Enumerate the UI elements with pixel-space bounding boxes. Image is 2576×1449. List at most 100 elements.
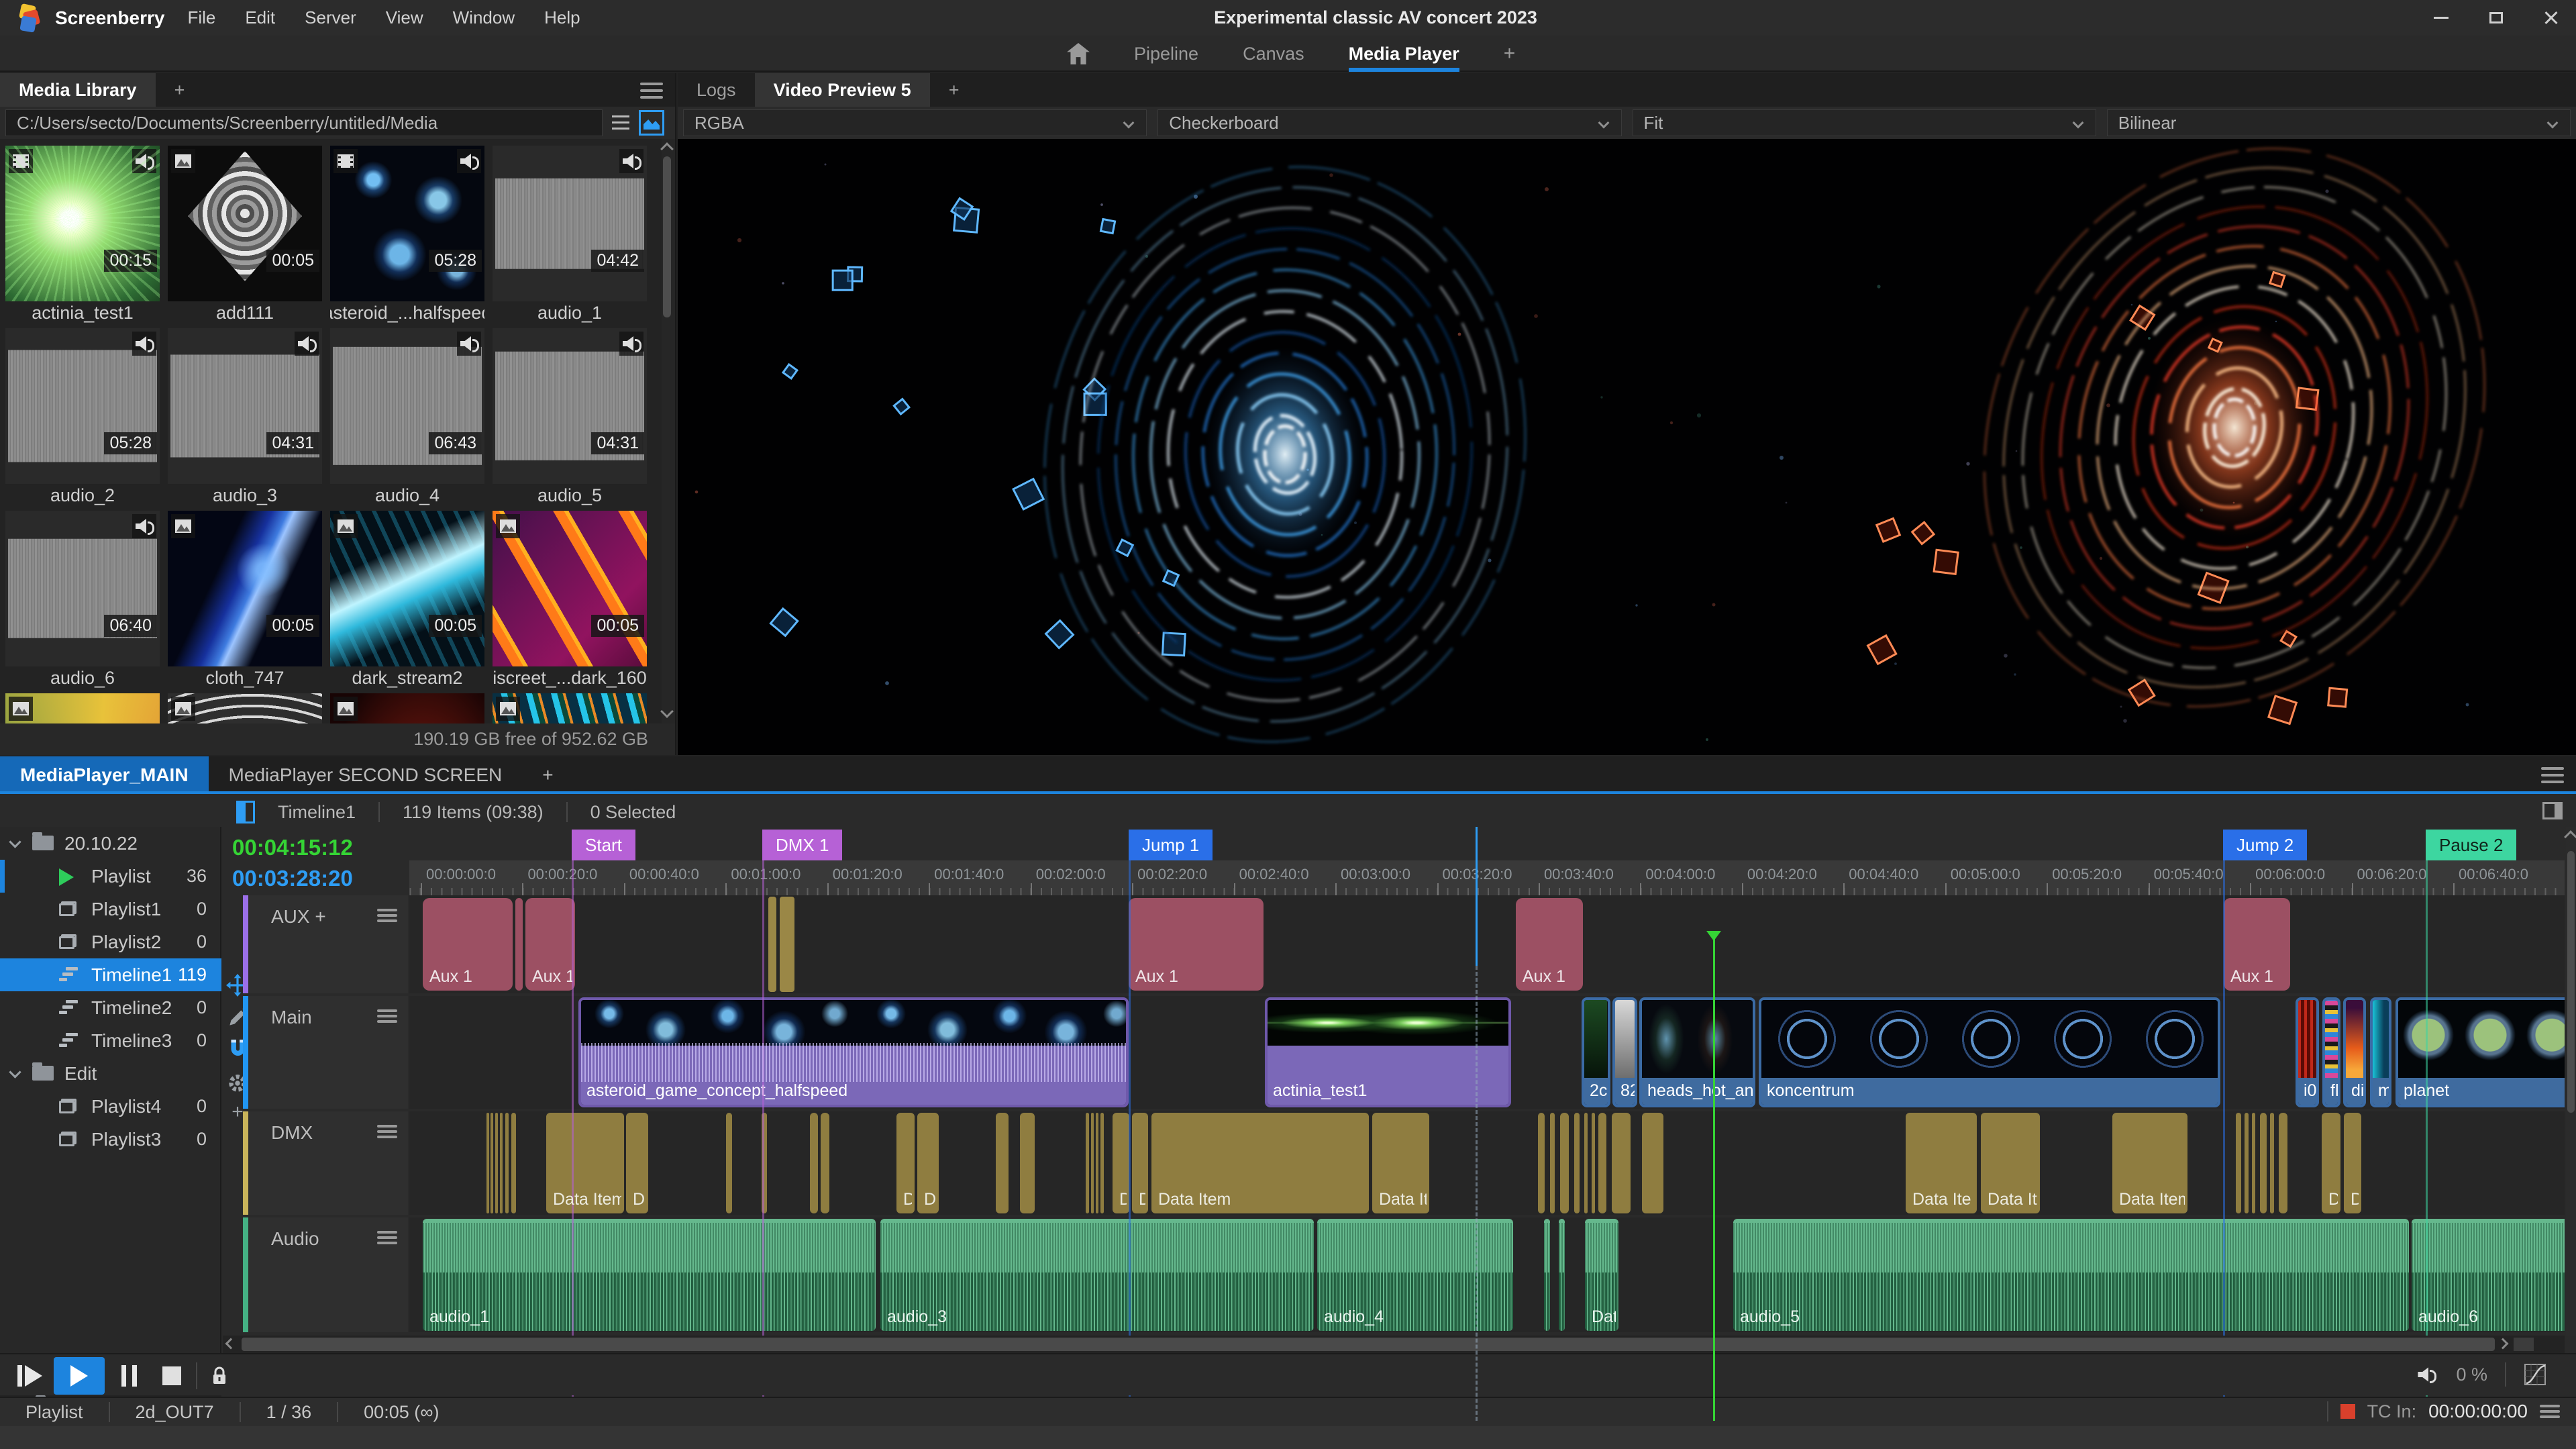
thumbnail-view-button[interactable] [639,110,664,136]
clip[interactable] [1560,1113,1569,1213]
clip-aux-1[interactable]: Aux 1 [525,898,575,991]
clip[interactable] [486,1113,489,1213]
clip-audio-1[interactable]: audio_1 [423,1219,876,1331]
clip[interactable] [1020,1113,1035,1213]
path-input[interactable]: C:/Users/secto/Documents/Screenberry/unt… [5,109,603,136]
marker-pause-2[interactable]: Pause 2 [2426,830,2517,860]
sidebar-item-timeline1[interactable]: Timeline1 119 [0,958,221,991]
marker-dmx-1[interactable]: DMX 1 [762,830,843,860]
clip[interactable] [726,1113,732,1213]
clip-2c[interactable]: 2c [1582,997,1610,1107]
play-button[interactable] [54,1357,105,1395]
close-icon[interactable] [2540,7,2563,30]
media-item[interactable] [168,693,322,723]
clip[interactable] [505,1113,509,1213]
clip[interactable] [780,897,794,992]
clip[interactable] [768,897,776,992]
tab-mediaplayer-main[interactable]: MediaPlayer_MAIN [0,756,209,794]
menu-item-edit[interactable]: Edit [245,7,275,28]
clip-aux-1[interactable]: Aux 1 [1129,898,1264,991]
clip[interactable] [996,1113,1009,1213]
clip-data-item[interactable]: Data Item [1981,1113,2040,1213]
tab-media-library[interactable]: Media Library [0,73,156,107]
media-item-audio-5[interactable]: 04:31 audio_5 [493,328,647,511]
clip[interactable] [1096,1113,1098,1213]
track-lane-dmx[interactable]: Data ItemDDDDDData ItemData ItemData Ite… [409,1111,2565,1215]
clip-aux-1[interactable]: Aux 1 [1516,898,1583,991]
sidebar-item-playlist1[interactable]: Playlist1 0 [0,893,221,926]
select-rgba[interactable]: RGBA [683,109,1147,136]
clip-data-item[interactable]: Data Item [546,1113,624,1213]
nav-add-tab-button[interactable]: + [1504,42,1516,65]
tc-menu-icon[interactable] [2540,1405,2560,1418]
clip[interactable] [1592,1113,1595,1213]
clip-data-ite[interactable]: Data Ite [1906,1113,1977,1213]
select-fit[interactable]: Fit [1632,109,2096,136]
media-item-dark-stream2[interactable]: 00:05 dark_stream2 [330,511,484,693]
sidebar-item-playlist3[interactable]: Playlist3 0 [0,1123,221,1156]
lock-button[interactable] [203,1357,236,1395]
clip[interactable] [495,1113,498,1213]
sidebar-item-playlist4[interactable]: Playlist4 0 [0,1090,221,1123]
menu-item-server[interactable]: Server [305,7,356,28]
clip-d[interactable]: D [2322,1113,2340,1213]
clip[interactable] [1086,1113,1089,1213]
panel-toggle-icon[interactable] [2542,802,2563,819]
clip-data-item[interactable]: Data Item [2112,1113,2187,1213]
media-item-audio-3[interactable]: 04:31 audio_3 [168,328,322,511]
sidebar-item-playlist[interactable]: Playlist 36 [0,860,221,893]
clip-audio-4[interactable]: audio_4 [1317,1219,1513,1331]
sidebar-item-edit[interactable]: Edit [0,1057,221,1090]
track-menu-icon[interactable] [377,1009,397,1023]
marker-jump-1[interactable]: Jump 1 [1129,830,1213,860]
preview-add-tab-button[interactable]: + [930,73,978,107]
maximize-icon[interactable] [2485,7,2508,30]
menu-item-view[interactable]: View [386,7,423,28]
clip-d[interactable]: D [1132,1113,1148,1213]
clip[interactable] [500,1113,503,1213]
tab-canvas[interactable]: Canvas [1243,36,1304,72]
horizontal-scroll-thumb[interactable] [242,1338,2495,1351]
clip-aux-1[interactable]: Aux 1 [423,898,513,991]
media-item-actinia-test1[interactable]: 00:15 actinia_test1 [5,146,160,328]
clip-planet[interactable]: planet [2395,997,2565,1107]
clip[interactable] [821,1113,829,1213]
clip[interactable] [2236,1113,2241,1213]
library-add-tab-button[interactable]: + [156,73,204,107]
clip-actinia-test1[interactable]: actinia_test1 [1265,997,1511,1107]
clip[interactable] [1598,1113,1606,1213]
clip[interactable] [810,1113,818,1213]
clip-d[interactable]: D [2344,1113,2361,1213]
select-bilinear[interactable]: Bilinear [2106,109,2571,136]
tab-media-player[interactable]: Media Player [1348,36,1459,72]
clip-82[interactable]: 82 [1612,997,1637,1107]
media-item-audio-2[interactable]: 05:28 audio_2 [5,328,160,511]
media-item-audio-1[interactable]: 04:42 audio_1 [493,146,647,328]
clip[interactable] [762,1113,767,1213]
list-view-button[interactable] [608,110,633,136]
clip-d[interactable]: D [1113,1113,1129,1213]
clip-koncentrum[interactable]: koncentrum [1759,997,2220,1107]
clip[interactable] [2260,1113,2267,1213]
clip[interactable] [511,1113,516,1213]
menu-item-window[interactable]: Window [453,7,515,28]
clip[interactable] [1584,1113,1588,1213]
clip-dis[interactable]: dis [2343,997,2366,1107]
clip[interactable] [515,898,523,991]
clip[interactable] [2245,1113,2249,1213]
clip[interactable] [1574,1113,1580,1213]
library-menu-icon[interactable] [640,83,663,99]
clip-i0[interactable]: i0 [2296,997,2319,1107]
media-item-discreet-dark-1600[interactable]: 00:05 discreet_...dark_1600 [493,511,647,693]
select-checkerboard[interactable]: Checkerboard [1157,109,1622,136]
sidebar-item-playlist2[interactable]: Playlist2 0 [0,926,221,958]
sidebar-item-timeline2[interactable]: Timeline2 0 [0,991,221,1024]
home-icon[interactable] [1067,43,1090,64]
curve-icon[interactable] [2524,1363,2546,1386]
clip[interactable] [2270,1113,2274,1213]
timeline-ruler[interactable]: 00:00:00:0 00:00:20:0 00:00:40:0 00:01:00:0… [409,860,2565,895]
clip[interactable] [2252,1113,2255,1213]
media-item-asteroid-halfspeed[interactable]: 05:28 asteroid_...halfspeed [330,146,484,328]
library-scrollbar[interactable] [660,139,675,723]
clip-audio-6[interactable]: audio_6 [2412,1219,2565,1331]
